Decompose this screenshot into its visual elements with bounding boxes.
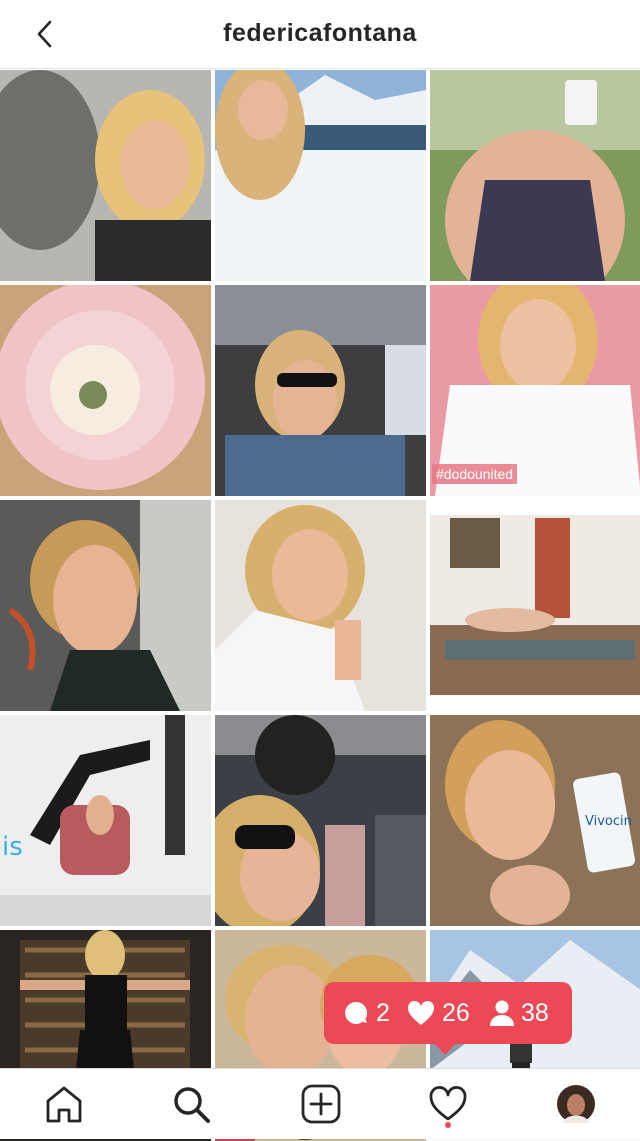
post-thumbnail[interactable] bbox=[0, 70, 211, 281]
search-icon bbox=[174, 1087, 210, 1123]
nav-profile[interactable] bbox=[555, 1083, 597, 1125]
heart-icon bbox=[407, 1000, 435, 1025]
comment-icon bbox=[345, 1001, 368, 1024]
person-icon bbox=[490, 1000, 514, 1026]
followers-count-value: 38 bbox=[521, 998, 549, 1027]
post-thumbnail[interactable] bbox=[0, 500, 211, 711]
likes-count: 26 bbox=[406, 998, 470, 1028]
post-thumbnail[interactable] bbox=[215, 285, 426, 496]
post-thumbnail[interactable]: Vivocin bbox=[430, 715, 640, 926]
post-thumbnail[interactable] bbox=[0, 285, 211, 496]
comments-count-value: 2 bbox=[376, 998, 390, 1027]
hashtag-label: #dodounited bbox=[432, 464, 518, 484]
nav-search[interactable] bbox=[170, 1083, 212, 1125]
post-thumbnail[interactable]: is bbox=[0, 715, 211, 926]
bottom-navigation bbox=[0, 1068, 640, 1139]
profile-avatar bbox=[557, 1085, 595, 1123]
likes-count-value: 26 bbox=[442, 998, 470, 1027]
post-thumbnail[interactable] bbox=[430, 500, 640, 711]
svg-text:Vivocin: Vivocin bbox=[585, 814, 632, 829]
post-thumbnail[interactable]: #dodounited bbox=[430, 285, 640, 496]
nav-new-post[interactable] bbox=[300, 1083, 342, 1125]
nav-home[interactable] bbox=[43, 1083, 85, 1125]
post-thumbnail[interactable] bbox=[430, 70, 640, 281]
post-thumbnail[interactable] bbox=[215, 70, 426, 281]
activity-heart-icon bbox=[429, 1086, 467, 1121]
nav-activity[interactable] bbox=[427, 1083, 469, 1125]
activity-indicator-dot bbox=[445, 1122, 451, 1128]
svg-text:is: is bbox=[2, 832, 23, 862]
home-icon bbox=[46, 1086, 82, 1123]
activity-notification-badge[interactable]: 2 26 38 bbox=[324, 982, 572, 1055]
post-thumbnail[interactable] bbox=[215, 500, 426, 711]
comments-count: 2 bbox=[342, 998, 390, 1028]
profile-username-title: federicafontana bbox=[223, 19, 417, 47]
followers-count: 38 bbox=[489, 998, 549, 1028]
post-thumbnail[interactable] bbox=[215, 715, 426, 926]
top-bar: federicafontana bbox=[0, 0, 640, 69]
add-post-icon bbox=[301, 1084, 341, 1124]
